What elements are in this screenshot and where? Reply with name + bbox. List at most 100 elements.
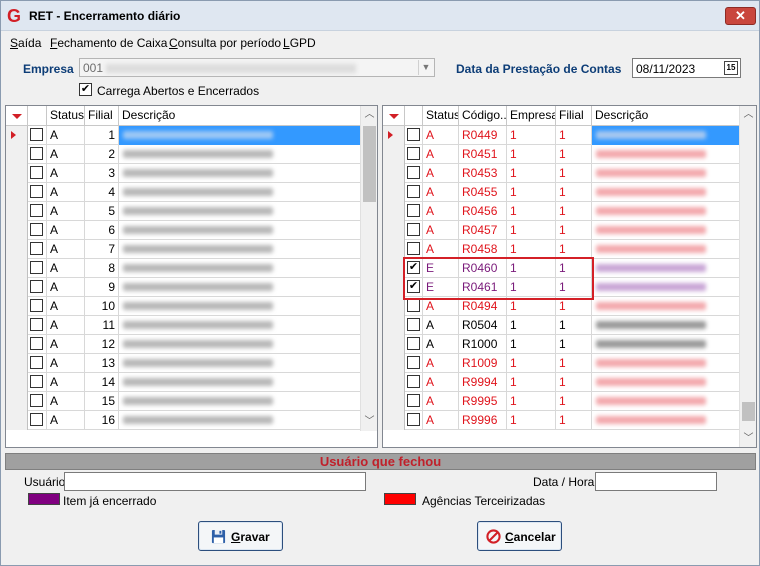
row-checkbox[interactable] — [30, 318, 43, 331]
row-checkbox[interactable] — [407, 394, 420, 407]
right-scroll-thumb[interactable] — [742, 402, 755, 421]
table-row[interactable]: A R0456 1 1 — [383, 202, 739, 221]
row-checkbox[interactable] — [30, 166, 43, 179]
table-row[interactable]: A R1000 1 1 — [383, 335, 739, 354]
row-indicator[interactable] — [6, 164, 28, 183]
right-header-indicator[interactable] — [383, 106, 405, 126]
row-check-cell[interactable] — [405, 392, 423, 411]
menu-lgpd[interactable]: LGPD — [283, 36, 316, 50]
row-checkbox[interactable] — [30, 204, 43, 217]
table-row[interactable]: A 14 — [6, 373, 360, 392]
row-checkbox[interactable] — [407, 166, 420, 179]
right-header-codigo[interactable]: Código... — [459, 106, 507, 126]
table-row[interactable]: A R0453 1 1 — [383, 164, 739, 183]
row-check-cell[interactable] — [405, 411, 423, 430]
row-check-cell[interactable] — [405, 164, 423, 183]
left-header-indicator[interactable] — [6, 106, 28, 126]
menu-fechamento-caixa[interactable]: Fechamento de Caixa — [50, 36, 167, 50]
row-checkbox[interactable] — [407, 318, 420, 331]
row-checkbox[interactable] — [30, 223, 43, 236]
row-check-cell[interactable] — [28, 411, 47, 430]
scroll-up-icon[interactable]: ︿ — [361, 106, 377, 123]
row-checkbox[interactable] — [30, 185, 43, 198]
row-check-cell[interactable] — [28, 335, 47, 354]
row-indicator[interactable] — [383, 164, 405, 183]
left-vertical-scrollbar[interactable]: ︿ ﹀ — [360, 106, 377, 431]
table-row[interactable]: A5 — [6, 202, 360, 221]
row-check-cell[interactable] — [405, 335, 423, 354]
table-row[interactable]: A 13 — [6, 354, 360, 373]
table-row[interactable]: A1 — [6, 126, 360, 145]
row-check-cell[interactable] — [28, 259, 47, 278]
row-checkbox[interactable] — [407, 413, 420, 426]
table-row[interactable]: A R0449 1 1 — [383, 126, 739, 145]
row-checkbox[interactable] — [407, 147, 420, 160]
close-button[interactable]: ✕ — [725, 7, 756, 25]
table-row[interactable]: A9 — [6, 278, 360, 297]
row-indicator[interactable] — [6, 278, 28, 297]
left-header-descricao[interactable]: Descrição — [119, 106, 360, 126]
table-row[interactable]: A 12 — [6, 335, 360, 354]
scroll-up-icon[interactable]: ︿ — [740, 106, 756, 123]
menu-saida[interactable]: Saída — [10, 36, 41, 50]
right-header-status[interactable]: Status — [423, 106, 459, 126]
row-checkbox[interactable] — [407, 223, 420, 236]
row-check-cell[interactable] — [28, 145, 47, 164]
row-check-cell[interactable] — [405, 126, 423, 145]
row-check-cell[interactable] — [28, 316, 47, 335]
row-checkbox[interactable] — [407, 337, 420, 350]
table-row[interactable]: A 15 — [6, 392, 360, 411]
right-vertical-scrollbar[interactable]: ︿ ﹀ — [739, 106, 756, 447]
row-indicator[interactable] — [6, 411, 28, 430]
row-indicator[interactable] — [383, 354, 405, 373]
row-checkbox[interactable] — [30, 280, 43, 293]
row-indicator[interactable] — [383, 126, 405, 145]
row-indicator[interactable] — [6, 373, 28, 392]
row-indicator[interactable] — [6, 335, 28, 354]
table-row[interactable]: A R1009 1 1 — [383, 354, 739, 373]
row-check-cell[interactable] — [28, 202, 47, 221]
table-row[interactable]: A2 — [6, 145, 360, 164]
row-indicator[interactable] — [6, 221, 28, 240]
row-check-cell[interactable] — [405, 354, 423, 373]
row-checkbox[interactable] — [407, 242, 420, 255]
menu-consulta-periodo[interactable]: Consulta por período — [169, 36, 281, 50]
left-header-status[interactable]: Status — [47, 106, 85, 126]
row-indicator[interactable] — [383, 411, 405, 430]
scroll-down-icon[interactable]: ﹀ — [361, 413, 377, 430]
row-check-cell[interactable] — [28, 126, 47, 145]
empresa-combobox[interactable]: 001 ▼ — [79, 58, 435, 77]
row-indicator[interactable] — [6, 354, 28, 373]
row-check-cell[interactable] — [405, 183, 423, 202]
row-check-cell[interactable] — [28, 183, 47, 202]
row-check-cell[interactable] — [28, 164, 47, 183]
row-indicator[interactable] — [383, 335, 405, 354]
scroll-down-icon[interactable]: ﹀ — [740, 430, 756, 447]
table-row[interactable]: A R9994 1 1 — [383, 373, 739, 392]
row-indicator[interactable] — [6, 240, 28, 259]
table-row[interactable]: A3 — [6, 164, 360, 183]
row-checkbox[interactable] — [407, 185, 420, 198]
row-checkbox[interactable] — [30, 147, 43, 160]
row-checkbox[interactable] — [407, 356, 420, 369]
row-checkbox[interactable] — [30, 394, 43, 407]
row-indicator[interactable] — [383, 297, 405, 316]
row-indicator[interactable] — [6, 316, 28, 335]
table-row[interactable]: A 10 — [6, 297, 360, 316]
row-check-cell[interactable] — [28, 373, 47, 392]
row-indicator[interactable] — [383, 392, 405, 411]
table-row[interactable]: A7 — [6, 240, 360, 259]
row-indicator[interactable] — [383, 259, 405, 278]
row-indicator[interactable] — [383, 183, 405, 202]
row-checkbox[interactable] — [30, 413, 43, 426]
row-indicator[interactable] — [6, 392, 28, 411]
left-header-filial[interactable]: Filial — [85, 106, 119, 126]
row-checkbox[interactable] — [30, 337, 43, 350]
row-checkbox[interactable] — [407, 204, 420, 217]
row-indicator[interactable] — [383, 240, 405, 259]
row-check-cell[interactable] — [28, 297, 47, 316]
cancelar-button[interactable]: Cancelar — [477, 521, 562, 551]
table-row[interactable]: A R9995 1 1 — [383, 392, 739, 411]
prestacao-date-input[interactable]: 08/11/2023 15 — [632, 58, 741, 78]
row-check-cell[interactable] — [405, 202, 423, 221]
